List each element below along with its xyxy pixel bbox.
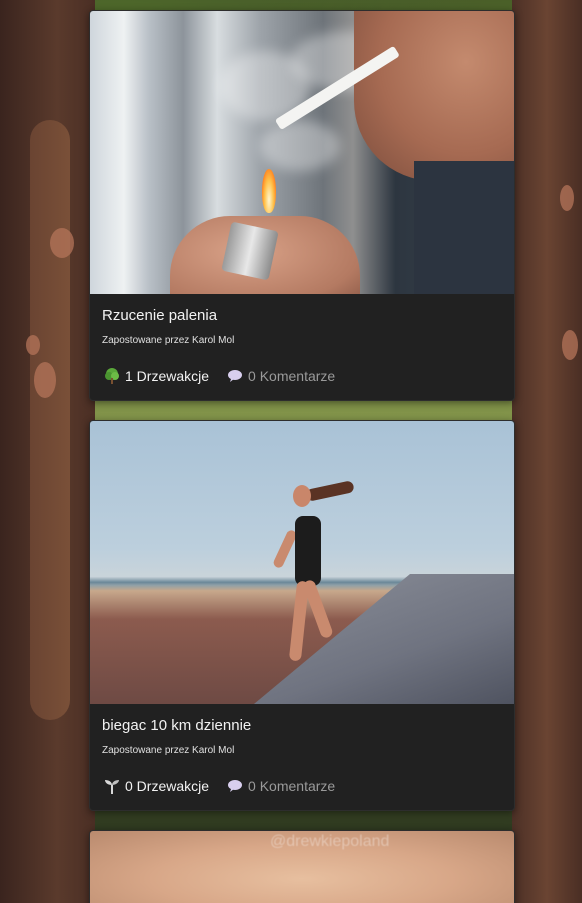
bark-spot — [560, 185, 574, 211]
image-watermark: @drewkiepoland — [270, 833, 390, 850]
post-title[interactable]: Rzucenie palenia — [102, 307, 502, 324]
sprout-icon — [102, 776, 122, 796]
trees-count: 0 Drzewakcje — [125, 778, 210, 794]
post-author: Zapostowane przez Karol Mol — [102, 335, 235, 346]
post-card[interactable]: @drewkiepoland — [89, 830, 515, 903]
tree-icon — [102, 366, 122, 386]
post-card[interactable]: Rzucenie palenia Zapostowane przez Karol… — [89, 10, 515, 401]
post-image[interactable] — [90, 11, 514, 294]
tree-trunk-right — [512, 0, 582, 903]
post-title[interactable]: biegac 10 km dziennie — [102, 717, 502, 734]
post-actions: 1 Drzewakcje 0 Komentarze — [102, 366, 502, 386]
comments-button[interactable]: 0 Komentarze — [225, 366, 335, 386]
bark-spot — [34, 362, 56, 398]
post-author: Zapostowane przez Karol Mol — [102, 745, 235, 756]
bark-spot — [50, 228, 74, 258]
post-image[interactable]: @drewkiepoland — [90, 831, 514, 903]
comments-count: 0 Komentarze — [248, 778, 336, 794]
tree-trunk-left — [0, 0, 95, 903]
post-feed: Rzucenie palenia Zapostowane przez Karol… — [89, 10, 515, 903]
post-actions: 0 Drzewakcje 0 Komentarze — [102, 776, 502, 796]
comments-count: 0 Komentarze — [248, 368, 336, 384]
comment-icon — [225, 776, 245, 796]
comment-icon — [225, 366, 245, 386]
trees-button[interactable]: 1 Drzewakcje — [102, 366, 209, 386]
trees-button[interactable]: 0 Drzewakcje — [102, 776, 209, 796]
post-body: biegac 10 km dziennie Zapostowane przez … — [90, 704, 514, 810]
post-image[interactable] — [90, 421, 514, 704]
comments-button[interactable]: 0 Komentarze — [225, 776, 335, 796]
bark-spot — [562, 330, 578, 360]
bark-spot — [26, 335, 40, 355]
post-body: Rzucenie palenia Zapostowane przez Karol… — [90, 294, 514, 400]
trees-count: 1 Drzewakcje — [125, 368, 210, 384]
post-card[interactable]: biegac 10 km dziennie Zapostowane przez … — [89, 420, 515, 811]
